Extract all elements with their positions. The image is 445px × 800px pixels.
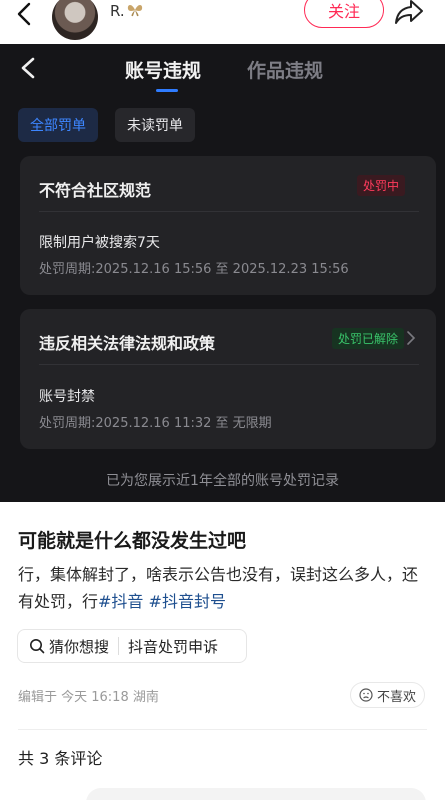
hashtag-link[interactable]: #抖音封号 bbox=[149, 592, 226, 611]
search-label: 猜你想搜 bbox=[49, 637, 110, 656]
username[interactable]: R. bbox=[110, 2, 125, 20]
card-divider bbox=[39, 211, 419, 212]
post-body: 行，集体解封了，啥表示公告也没有，误封这么多人，还有处罚，行#抖音 #抖音封号 bbox=[18, 561, 428, 615]
penalty-text: 账号封禁 bbox=[39, 389, 95, 405]
butterfly-icon bbox=[127, 5, 143, 17]
search-term[interactable]: 抖音处罚申诉 bbox=[128, 636, 218, 657]
post-title: 可能就是什么都没发生过吧 bbox=[18, 530, 247, 552]
dislike-button[interactable]: 不喜欢 bbox=[350, 682, 426, 708]
dislike-label: 不喜欢 bbox=[377, 689, 417, 705]
dislike-face-icon bbox=[359, 688, 373, 702]
avatar[interactable] bbox=[52, 0, 98, 40]
hashtag-link[interactable]: #抖音 bbox=[98, 592, 143, 611]
violation-card: 违反相关法律法规和政策 处罚已解除 账号封禁 处罚周期:2025.12.16 1… bbox=[20, 309, 436, 449]
penalty-period: 处罚周期:2025.12.16 11:32 至 无限期 bbox=[39, 416, 272, 431]
penalty-period: 处罚周期:2025.12.16 15:56 至 2025.12.23 15:56 bbox=[39, 262, 349, 277]
follow-button[interactable]: 关注 bbox=[304, 0, 384, 28]
violation-title: 不符合社区规范 bbox=[39, 181, 152, 200]
filter-all-tickets: 全部罚单 bbox=[18, 108, 98, 142]
search-icon bbox=[30, 639, 45, 654]
violation-card: 不符合社区规范 处罚中 限制用户被搜索7天 处罚周期:2025.12.16 15… bbox=[20, 156, 436, 295]
section-divider bbox=[18, 729, 427, 730]
status-badge: 处罚中 bbox=[357, 175, 406, 196]
related-search-chip[interactable]: 猜你想搜 抖音处罚申诉 bbox=[17, 629, 247, 663]
share-icon[interactable] bbox=[394, 0, 424, 26]
panel-back-icon bbox=[21, 57, 35, 79]
violation-panel: 账号违规 作品违规 全部罚单 未读罚单 不符合社区规范 处罚中 限制用户被搜索7… bbox=[0, 44, 445, 502]
tab-account-violation: 账号违规 bbox=[125, 60, 202, 82]
top-bar: R. 关注 bbox=[0, 0, 445, 44]
records-footer-note: 已为您展示近1年全部的账号处罚记录 bbox=[106, 473, 339, 489]
card-divider bbox=[39, 364, 419, 365]
penalty-text: 限制用户被搜索7天 bbox=[39, 235, 160, 251]
tab-works-violation: 作品违规 bbox=[247, 60, 324, 82]
search-separator bbox=[118, 637, 120, 655]
violation-title: 违反相关法律法规和政策 bbox=[39, 334, 216, 353]
active-tab-indicator bbox=[156, 89, 178, 92]
comment-input[interactable] bbox=[86, 788, 426, 800]
status-badge: 处罚已解除 bbox=[332, 328, 405, 349]
chevron-right-icon bbox=[407, 331, 416, 345]
comments-count: 共 3 条评论 bbox=[18, 749, 103, 768]
post-meta: 编辑于 今天 16:18 湖南 bbox=[18, 690, 159, 705]
back-icon[interactable] bbox=[14, 2, 38, 26]
filter-unread-tickets: 未读罚单 bbox=[115, 108, 195, 142]
